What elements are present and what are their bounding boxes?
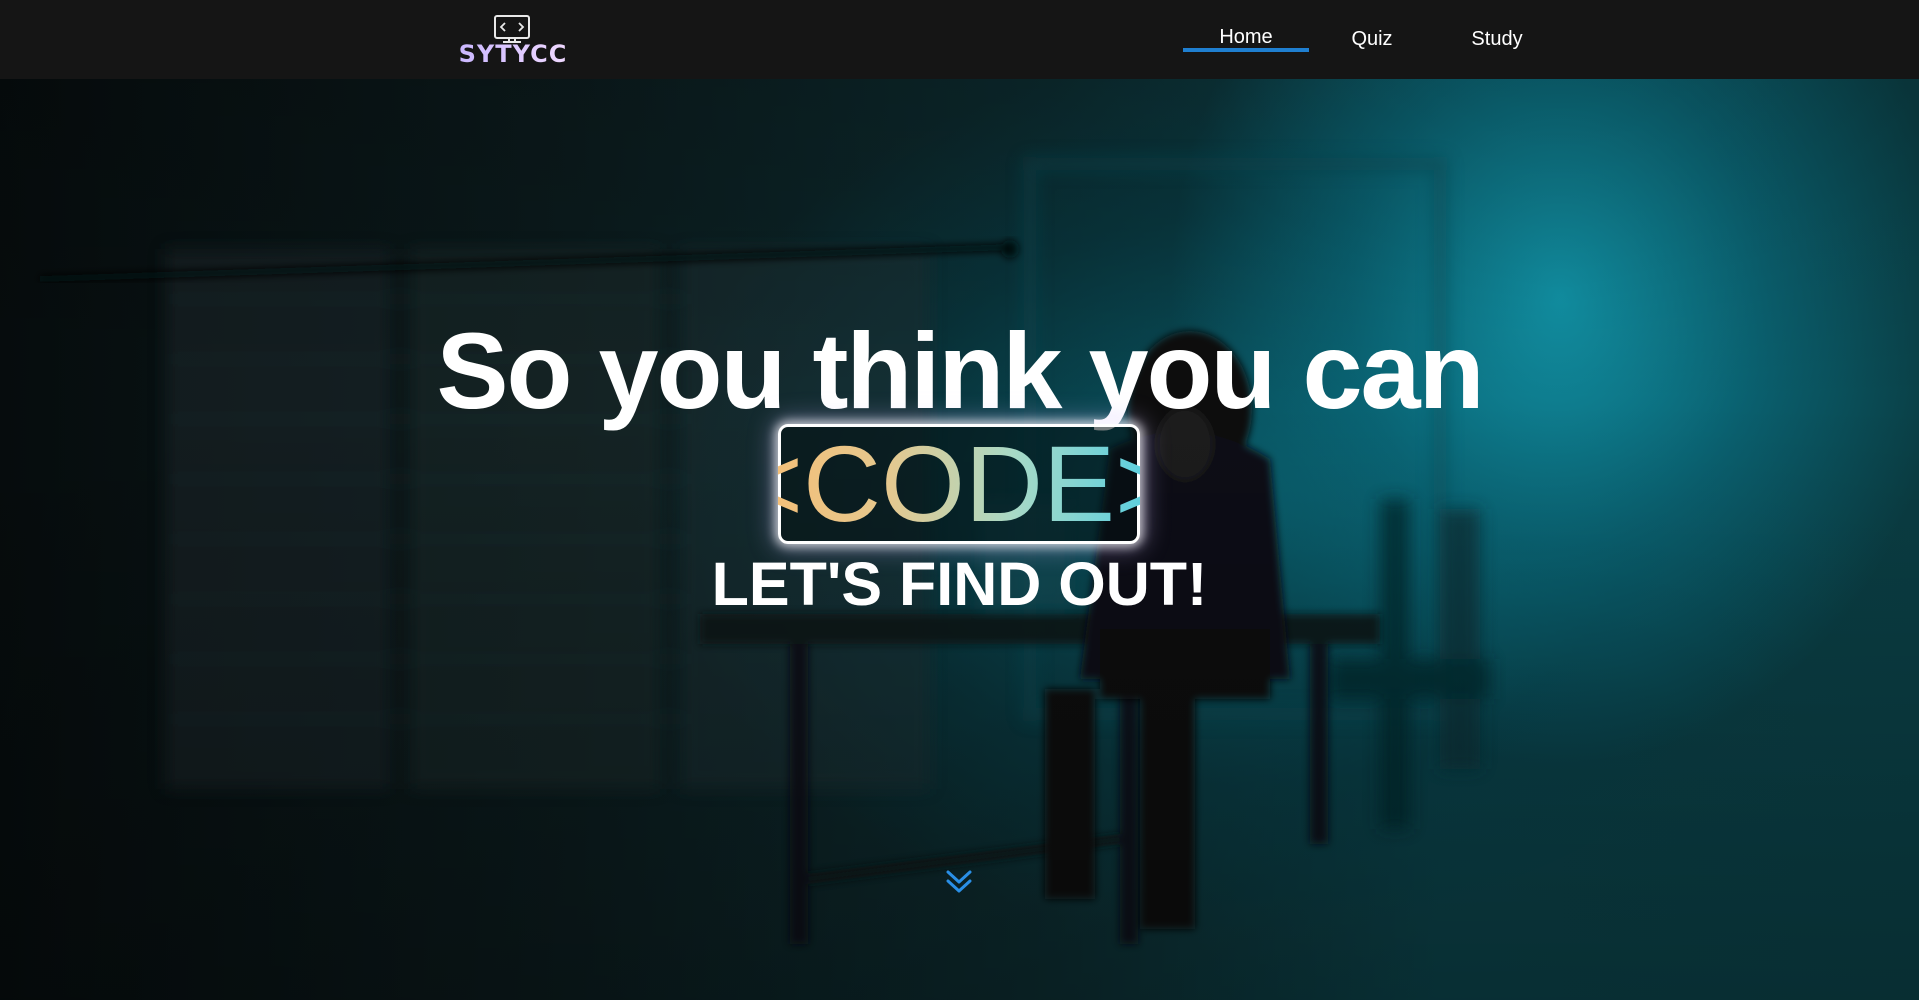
code-word: <CODE> bbox=[740, 421, 1178, 547]
nav-quiz-link[interactable]: Quiz bbox=[1309, 0, 1435, 79]
hero-headline: So you think you can bbox=[436, 310, 1484, 431]
active-nav-indicator bbox=[1183, 48, 1309, 52]
hero-subheadline: LET'S FIND OUT! bbox=[711, 550, 1208, 618]
scroll-down-button[interactable] bbox=[945, 868, 973, 896]
double-chevron-down-icon bbox=[946, 870, 972, 893]
hero-section: So you think you can <CODE> LET'S FIND O… bbox=[0, 79, 1919, 1000]
logo-wordmark: SYTYCC bbox=[458, 40, 568, 68]
nav-study-link[interactable]: Study bbox=[1434, 0, 1560, 79]
nav-home-link[interactable]: Home bbox=[1183, 0, 1309, 77]
top-navbar: SYTYCC Home Quiz Study bbox=[0, 0, 1919, 79]
site-logo[interactable]: SYTYCC bbox=[457, 14, 569, 68]
